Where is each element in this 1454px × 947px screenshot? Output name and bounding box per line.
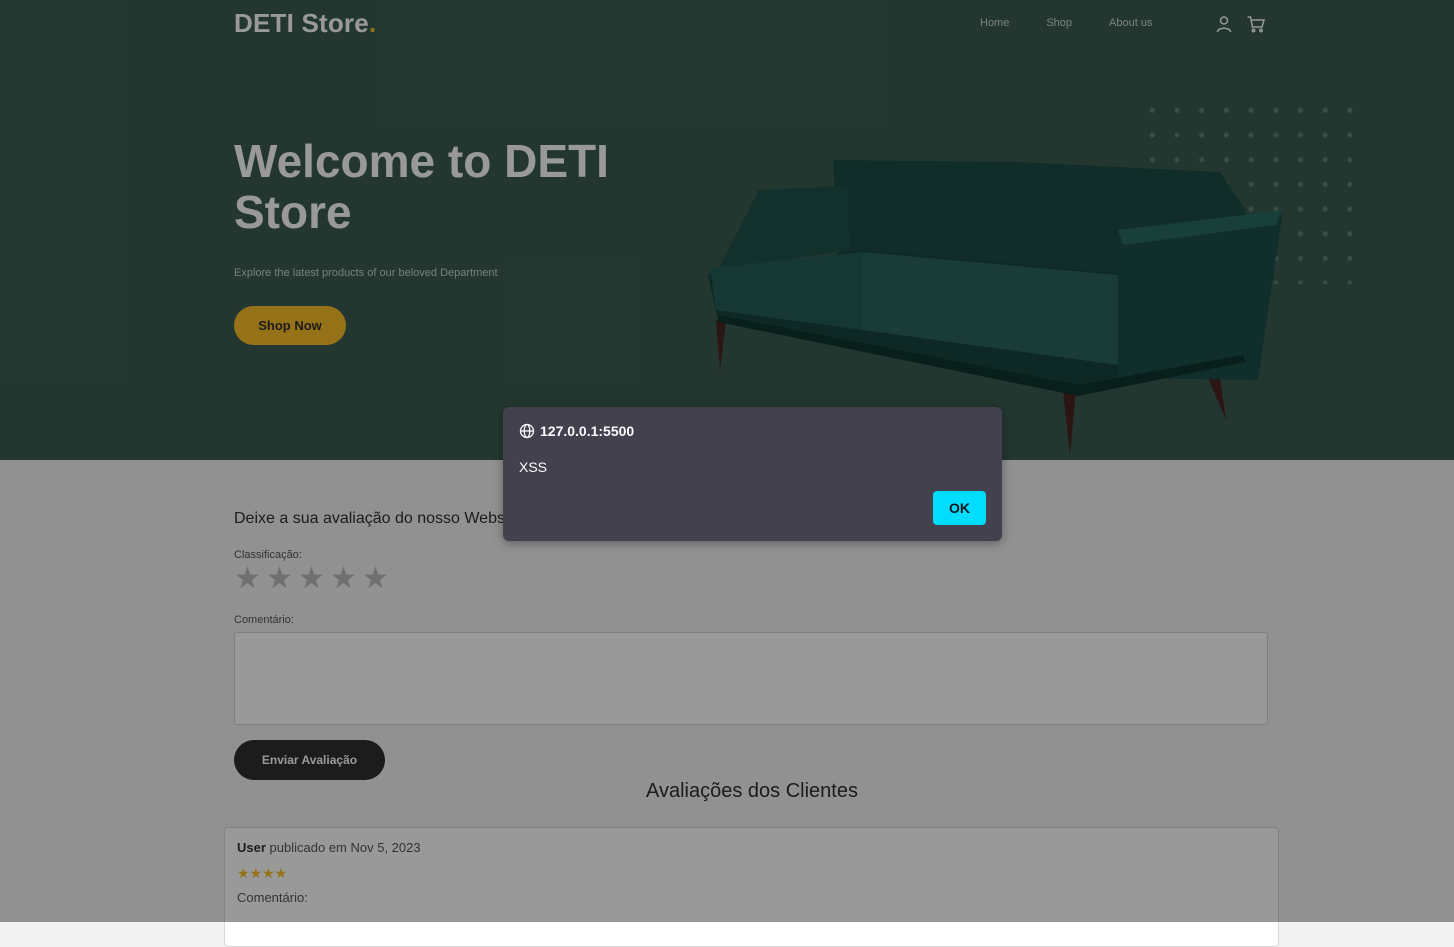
alert-message: XSS xyxy=(519,459,548,475)
alert-ok-button[interactable]: OK xyxy=(933,491,986,525)
alert-origin-text: 127.0.0.1:5500 xyxy=(540,423,635,439)
alert-origin: 127.0.0.1:5500 xyxy=(519,423,634,439)
globe-icon xyxy=(519,423,535,439)
page: DETI Store. Home Shop About us Welcome t… xyxy=(0,0,1454,947)
alert-dialog: 127.0.0.1:5500 XSS OK xyxy=(503,407,1002,541)
